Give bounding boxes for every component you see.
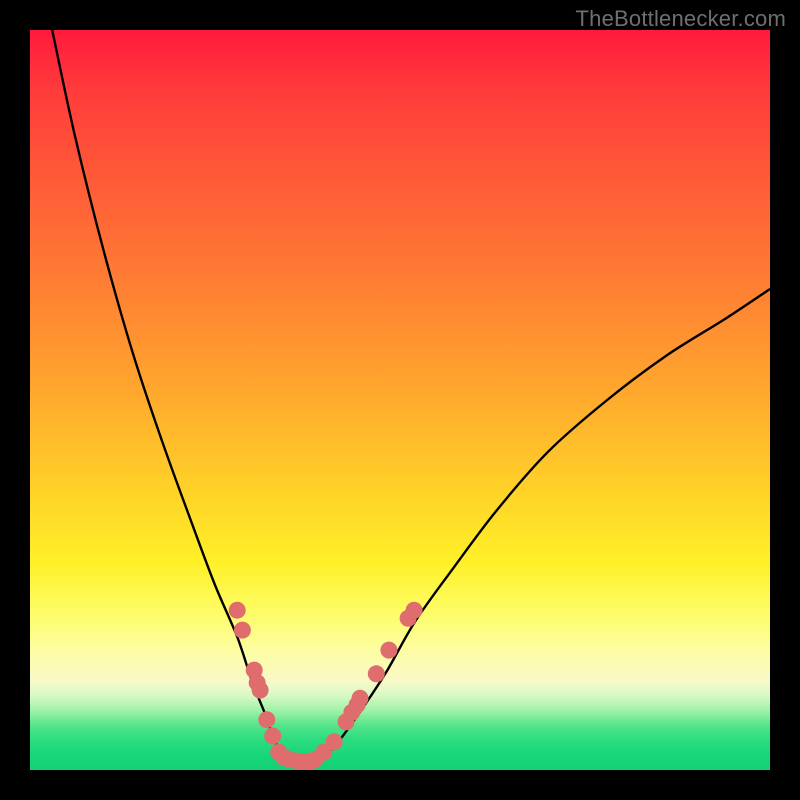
curve-marker xyxy=(352,690,369,707)
bottleneck-curve-path xyxy=(52,30,770,763)
chart-frame xyxy=(30,30,770,770)
curve-marker xyxy=(264,728,281,745)
curve-marker xyxy=(234,622,251,639)
curve-marker xyxy=(258,711,275,728)
curve-marker xyxy=(380,642,397,659)
bottleneck-curve-svg xyxy=(30,30,770,770)
curve-marker xyxy=(229,602,246,619)
curve-markers xyxy=(229,602,423,770)
curve-marker xyxy=(406,602,423,619)
watermark-text: TheBottlenecker.com xyxy=(576,6,786,32)
curve-marker xyxy=(252,682,269,699)
curve-marker xyxy=(326,733,343,750)
curve-marker xyxy=(368,665,385,682)
